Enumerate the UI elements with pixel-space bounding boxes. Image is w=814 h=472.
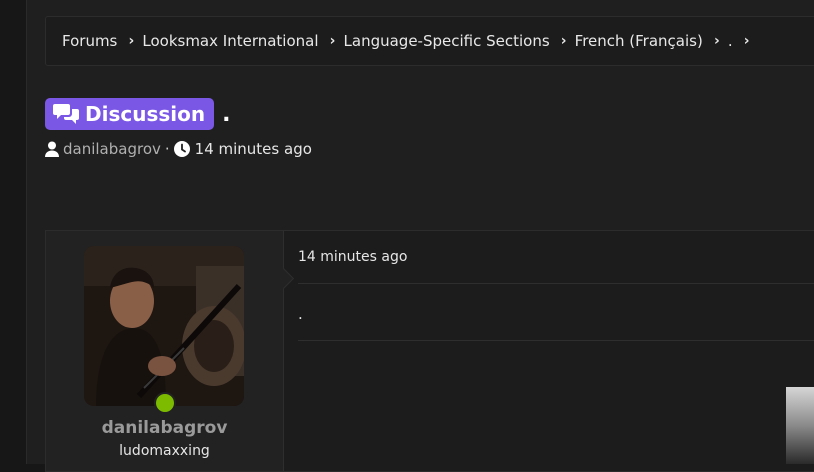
chevron-right-icon: › [560, 33, 567, 49]
meta-separator: · [164, 140, 170, 158]
breadcrumb-label[interactable]: Language-Specific Sections [344, 32, 550, 50]
comments-icon [53, 104, 79, 124]
thread-title-row: Discussion . [45, 98, 230, 130]
chevron-right-icon: › [713, 33, 720, 49]
breadcrumb-item-french[interactable]: French (Français) › [575, 32, 728, 50]
post-user-column: danilabagrov ludomaxxing [46, 231, 284, 471]
clock-icon [173, 141, 190, 157]
breadcrumb-label[interactable]: French (Français) [575, 32, 703, 50]
chevron-right-icon: › [128, 33, 135, 49]
side-thumbnail-image [786, 387, 814, 464]
breadcrumb-item-forums[interactable]: Forums › [62, 32, 142, 50]
breadcrumb-label[interactable]: . [728, 32, 733, 50]
page-container: Forums › Looksmax International › Langua… [26, 0, 814, 472]
post: danilabagrov ludomaxxing 14 minutes ago … [45, 230, 814, 472]
chevron-right-icon: › [329, 33, 336, 49]
avatar[interactable] [84, 246, 244, 406]
post-timestamp[interactable]: 14 minutes ago [298, 249, 407, 265]
post-header-divider [298, 283, 814, 284]
post-username[interactable]: danilabagrov [46, 418, 283, 438]
thread-time-link[interactable]: 14 minutes ago [195, 140, 312, 158]
breadcrumb-item-looksmax-international[interactable]: Looksmax International › [142, 32, 343, 50]
post-user-title: ludomaxxing [119, 443, 210, 459]
chevron-right-icon: › [743, 33, 750, 49]
thread-prefix-label: Discussion [85, 102, 206, 126]
avatar-image [84, 246, 244, 406]
post-body-divider [298, 340, 814, 341]
thread-prefix-badge[interactable]: Discussion [45, 98, 215, 130]
breadcrumb-item-thread[interactable]: . › [728, 32, 758, 50]
breadcrumb-label[interactable]: Forums [62, 32, 117, 50]
thread-title: . [222, 101, 231, 127]
breadcrumb-label[interactable]: Looksmax International [142, 32, 318, 50]
post-content: . [298, 305, 303, 323]
breadcrumb-item-language-specific[interactable]: Language-Specific Sections › [344, 32, 575, 50]
user-icon [45, 141, 59, 157]
breadcrumb: Forums › Looksmax International › Langua… [45, 16, 814, 66]
thread-meta: danilabagrov · 14 minutes ago [45, 140, 312, 158]
online-status-indicator [154, 392, 176, 414]
thread-author-link[interactable]: danilabagrov [63, 140, 161, 158]
